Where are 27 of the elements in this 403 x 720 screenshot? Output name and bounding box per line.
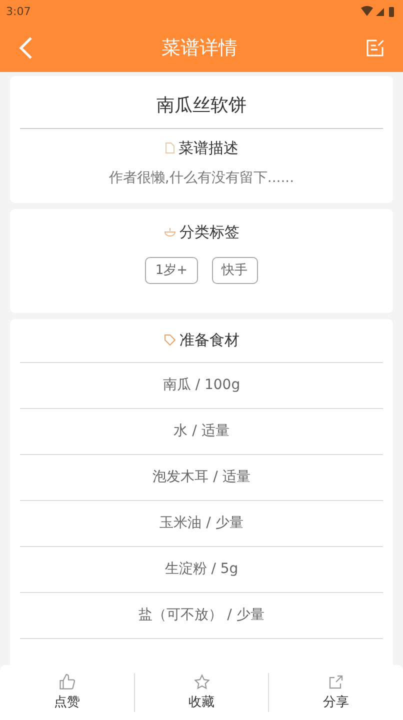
bottom-bar-button[interactable]: 点赞 bbox=[54, 672, 80, 712]
tag-chip: 1岁+ bbox=[145, 257, 198, 284]
recipe-name: 南瓜丝软饼 bbox=[156, 94, 246, 118]
ingredient-text: 玉米油 / 少量 bbox=[160, 514, 244, 532]
bottom-bar-button[interactable]: 分享 bbox=[323, 672, 350, 712]
bowl-icon bbox=[164, 226, 176, 238]
back-icon[interactable] bbox=[18, 36, 34, 60]
ingredient-text: 水 / 适量 bbox=[174, 422, 230, 440]
ingredient-text: 生淀粉 / 5g bbox=[164, 560, 238, 578]
status-time: 3:07 bbox=[6, 4, 31, 20]
thumbs-up-icon bbox=[58, 672, 76, 691]
description-heading: 菜谱描述 bbox=[178, 138, 238, 159]
ingredient-text: 泡发木耳 / 适量 bbox=[152, 468, 250, 486]
edit-icon[interactable] bbox=[365, 38, 385, 58]
ingredients-heading: 准备食材 bbox=[180, 330, 240, 351]
status-icons bbox=[361, 6, 397, 18]
page-title: 菜谱详情 bbox=[162, 36, 238, 61]
document-icon bbox=[164, 142, 174, 154]
tag-icon bbox=[164, 334, 176, 346]
ingredient-text: 南瓜 / 100g bbox=[162, 376, 240, 394]
tag-chip: 快手 bbox=[212, 257, 258, 284]
bottom-bar-button[interactable]: 收藏 bbox=[188, 672, 214, 712]
tags-heading: 分类标签 bbox=[180, 222, 240, 242]
star-icon bbox=[192, 672, 210, 691]
ingredient-text: 盐（可不放） / 少量 bbox=[138, 606, 264, 624]
share-icon bbox=[327, 672, 346, 691]
description-text: 作者很懒,什么有没有留下...... bbox=[108, 168, 294, 188]
